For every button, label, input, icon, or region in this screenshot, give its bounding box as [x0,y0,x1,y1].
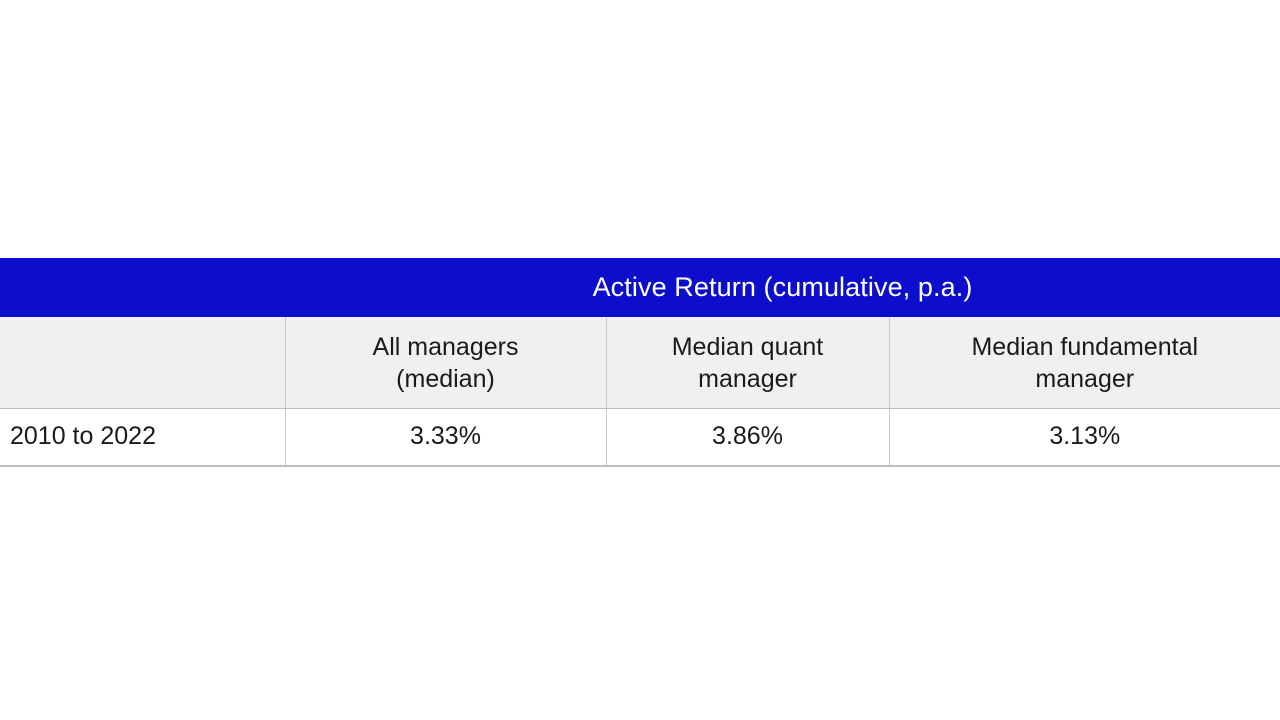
column-header-median-quant-line2: manager [698,364,797,393]
table-group-header-row: Active Return (cumulative, p.a.) [0,258,1280,317]
column-header-all-managers-line1: All managers [372,332,519,361]
column-header-corner-cell [0,317,286,409]
cell-all-managers-median: 3.33% [285,408,607,467]
active-return-table: Active Return (cumulative, p.a.) All man… [0,258,1280,467]
column-header-median-fundamental-line2: manager [1035,364,1135,393]
table-row: 2010 to 2022 3.33% 3.86% 3.13% [0,408,1280,467]
column-header-median-quant-line1: Median quant [671,332,824,361]
group-header-title: Active Return (cumulative, p.a.) [285,258,1280,317]
column-header-median-quant: Median quant manager [606,317,890,409]
column-header-median-fundamental-line1: Median fundamental [971,332,1199,361]
column-header-all-managers: All managers (median) [285,317,607,409]
column-header-median-fundamental: Median fundamental manager [889,317,1280,409]
column-header-all-managers-line2: (median) [396,364,495,393]
group-header-corner-cell [0,258,285,317]
cell-median-quant-manager: 3.86% [606,408,890,467]
cell-median-fundamental-manager: 3.13% [889,408,1280,467]
table-column-header-row: All managers (median) Median quant manag… [0,317,1280,409]
row-label-period: 2010 to 2022 [0,408,286,467]
page-canvas: Active Return (cumulative, p.a.) All man… [0,0,1280,720]
